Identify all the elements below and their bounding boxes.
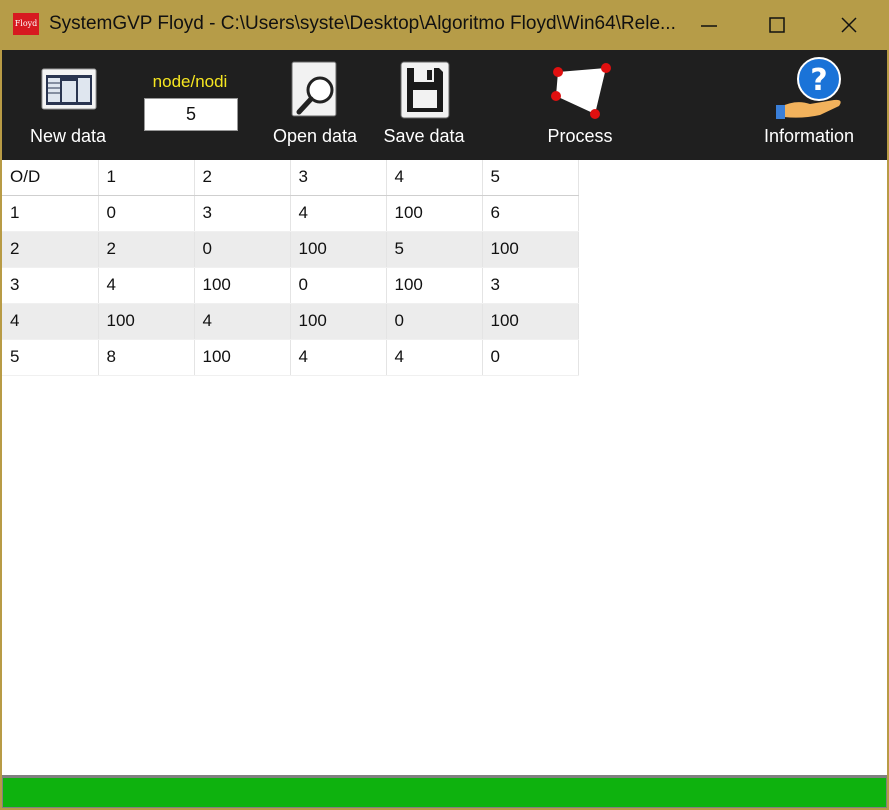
table-cell[interactable]: 6 bbox=[482, 195, 579, 232]
open-data-label: Open data bbox=[272, 126, 358, 146]
table-row: 5 8 100 4 4 0 bbox=[2, 339, 579, 376]
table-cell[interactable]: 5 bbox=[2, 339, 99, 376]
column-header[interactable]: 1 bbox=[98, 160, 195, 196]
node-count-label: node/nodi bbox=[152, 72, 228, 91]
progress-bar bbox=[2, 775, 887, 808]
table-header-row: O/D 1 2 3 4 5 bbox=[2, 160, 579, 196]
table-cell[interactable]: 100 bbox=[482, 231, 579, 268]
table-cell[interactable]: 0 bbox=[194, 231, 291, 268]
table-cell[interactable]: 0 bbox=[386, 303, 483, 340]
new-data-button[interactable]: New data bbox=[16, 50, 120, 160]
table-cell[interactable]: 0 bbox=[482, 339, 579, 376]
table-cell[interactable]: 2 bbox=[2, 231, 99, 268]
progress-bar-fill bbox=[3, 778, 886, 807]
column-header[interactable]: 4 bbox=[386, 160, 483, 196]
maximize-icon bbox=[769, 17, 785, 33]
floppy-disk-icon bbox=[400, 61, 450, 119]
table-cell[interactable]: 0 bbox=[290, 267, 387, 304]
open-data-button[interactable]: Open data bbox=[264, 50, 366, 160]
table-cell[interactable]: 3 bbox=[2, 267, 99, 304]
table-cell[interactable]: 4 bbox=[2, 303, 99, 340]
app-logo-icon: Floyd bbox=[13, 13, 39, 35]
new-data-label: New data bbox=[29, 126, 107, 146]
maximize-button[interactable] bbox=[743, 0, 811, 50]
close-button[interactable] bbox=[815, 0, 883, 50]
help-hand-icon: ? bbox=[776, 57, 841, 119]
table-cell[interactable]: 100 bbox=[482, 303, 579, 340]
new-data-icon bbox=[41, 68, 97, 110]
table-cell[interactable]: 3 bbox=[482, 267, 579, 304]
toolbar: New data node/nodi 5 Open data Save data bbox=[2, 50, 887, 160]
table-row: 2 2 0 100 5 100 bbox=[2, 231, 579, 268]
table-cell[interactable]: 5 bbox=[386, 231, 483, 268]
minimize-button[interactable] bbox=[675, 0, 743, 50]
column-header[interactable]: 5 bbox=[482, 160, 579, 196]
table-cell[interactable]: 4 bbox=[290, 195, 387, 232]
table-row: 4 100 4 100 0 100 bbox=[2, 303, 579, 340]
column-header[interactable]: O/D bbox=[2, 160, 99, 196]
information-label: Information bbox=[763, 126, 855, 146]
save-data-button[interactable]: Save data bbox=[374, 50, 474, 160]
close-icon bbox=[841, 17, 857, 33]
process-label: Process bbox=[547, 126, 613, 146]
table-row: 3 4 100 0 100 3 bbox=[2, 267, 579, 304]
data-grid-area: O/D 1 2 3 4 5 1 0 3 4 100 6 2 2 0 100 5 … bbox=[2, 160, 887, 775]
table-cell[interactable]: 4 bbox=[386, 339, 483, 376]
node-count-input[interactable]: 5 bbox=[144, 98, 238, 131]
save-data-label: Save data bbox=[383, 126, 465, 146]
minimize-icon bbox=[701, 25, 717, 27]
table-cell[interactable]: 3 bbox=[194, 195, 291, 232]
table-cell[interactable]: 100 bbox=[386, 267, 483, 304]
title-bar[interactable]: Floyd SystemGVP Floyd - C:\Users\syste\D… bbox=[0, 0, 889, 50]
table-cell[interactable]: 100 bbox=[98, 303, 195, 340]
app-window: Floyd SystemGVP Floyd - C:\Users\syste\D… bbox=[0, 0, 889, 810]
table-cell[interactable]: 100 bbox=[386, 195, 483, 232]
magnifier-icon bbox=[291, 61, 337, 117]
table-cell[interactable]: 100 bbox=[290, 303, 387, 340]
table-cell[interactable]: 100 bbox=[290, 231, 387, 268]
table-cell[interactable]: 0 bbox=[98, 195, 195, 232]
information-button[interactable]: ? Information bbox=[754, 50, 864, 160]
table-cell[interactable]: 100 bbox=[194, 339, 291, 376]
svg-text:?: ? bbox=[810, 63, 827, 98]
table-cell[interactable]: 1 bbox=[2, 195, 99, 232]
table-cell[interactable]: 2 bbox=[98, 231, 195, 268]
column-header[interactable]: 3 bbox=[290, 160, 387, 196]
table-row: 1 0 3 4 100 6 bbox=[2, 195, 579, 232]
table-cell[interactable]: 4 bbox=[194, 303, 291, 340]
table-cell[interactable]: 8 bbox=[98, 339, 195, 376]
table-cell[interactable]: 4 bbox=[98, 267, 195, 304]
distance-matrix-table: O/D 1 2 3 4 5 1 0 3 4 100 6 2 2 0 100 5 … bbox=[2, 160, 579, 376]
column-header[interactable]: 2 bbox=[194, 160, 291, 196]
graph-polygon-icon bbox=[551, 63, 611, 119]
window-title: SystemGVP Floyd - C:\Users\syste\Desktop… bbox=[49, 13, 676, 34]
table-cell[interactable]: 4 bbox=[290, 339, 387, 376]
table-cell[interactable]: 100 bbox=[194, 267, 291, 304]
process-button[interactable]: Process bbox=[530, 50, 630, 160]
